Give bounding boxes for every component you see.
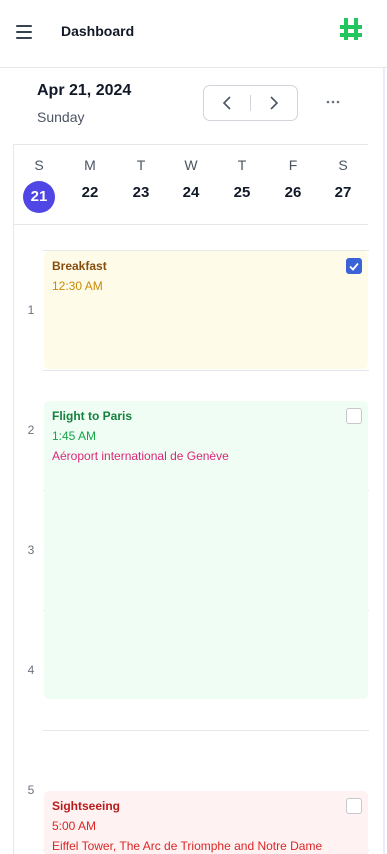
top-bar: Dashboard [0, 0, 387, 68]
hour-label: 3 [27, 543, 35, 557]
day-tuesday[interactable]: T 23 [116, 145, 166, 225]
day-number: 26 [284, 184, 302, 201]
day-letter: M [84, 157, 96, 173]
event-title: Breakfast [52, 259, 107, 273]
day-thursday[interactable]: T 25 [217, 145, 267, 225]
day-letter: F [288, 157, 298, 173]
event-flight[interactable]: Flight to Paris 1:45 AM Aéroport interna… [44, 401, 368, 699]
day-number-selected: 21 [23, 181, 55, 213]
day-saturday[interactable]: S 27 [318, 145, 368, 225]
ellipsis-icon [326, 100, 340, 104]
event-breakfast[interactable]: Breakfast 12:30 AM [44, 251, 368, 369]
day-letter: T [136, 157, 146, 173]
hamburger-icon[interactable] [14, 24, 36, 40]
event-sightseeing[interactable]: Sightseeing 5:00 AM Eiffel Tower, The Ar… [44, 791, 368, 854]
event-time: 12:30 AM [52, 279, 103, 293]
day-sunday[interactable]: S 21 [14, 145, 64, 225]
event-time: 5:00 AM [52, 819, 97, 833]
current-weekday: Sunday [37, 109, 85, 125]
event-time: 1:45 AM [52, 429, 97, 443]
day-number: 23 [132, 184, 150, 201]
check-icon [349, 262, 359, 271]
day-wednesday[interactable]: W 24 [166, 145, 216, 225]
previous-day-button[interactable] [204, 86, 251, 120]
day-monday[interactable]: M 22 [65, 145, 115, 225]
event-done-checkbox[interactable] [346, 408, 362, 424]
day-letter: T [237, 157, 247, 173]
page-title: Dashboard [61, 23, 135, 39]
event-done-checkbox[interactable] [346, 798, 362, 814]
day-letter: W [184, 157, 198, 173]
chevron-right-icon [270, 96, 279, 110]
hour-label: 4 [27, 663, 35, 677]
current-date: Apr 21, 2024 [37, 82, 132, 99]
day-schedule[interactable]: 1 2 3 4 5 Breakfast 12:30 AM Flight to P… [13, 225, 369, 854]
hour-line [43, 730, 369, 731]
event-location: Eiffel Tower, The Arc de Triomphe and No… [52, 839, 323, 853]
more-options-button[interactable] [322, 92, 344, 112]
hour-label: 1 [27, 303, 35, 317]
event-title: Sightseeing [52, 799, 121, 813]
next-day-button[interactable] [251, 86, 298, 120]
day-number: 27 [334, 184, 352, 201]
right-border [383, 68, 385, 854]
date-navigation [203, 85, 298, 121]
day-number: 24 [182, 184, 200, 201]
day-number: 22 [81, 184, 99, 201]
hour-label: 5 [27, 783, 35, 797]
hour-label: 2 [27, 423, 35, 437]
day-letter: S [338, 157, 348, 173]
day-letter: S [34, 157, 44, 173]
event-done-checkbox[interactable] [346, 258, 362, 274]
week-strip: S 21 M 22 T 23 W 24 T 25 F 26 S 27 [13, 144, 368, 225]
event-location: Aéroport international de Genève [52, 449, 229, 463]
day-number: 25 [233, 184, 251, 201]
chevron-left-icon [222, 96, 231, 110]
event-title: Flight to Paris [52, 409, 133, 423]
logo-icon [340, 18, 362, 40]
day-friday[interactable]: F 26 [268, 145, 318, 225]
hour-line [43, 370, 369, 371]
